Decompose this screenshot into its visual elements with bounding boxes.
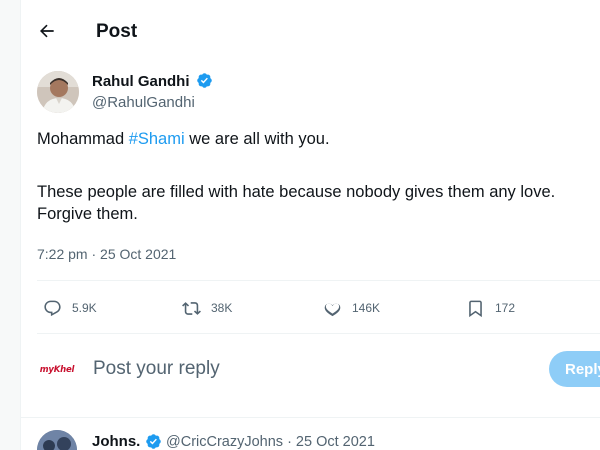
bookmark-action-button[interactable]: 172 (466, 297, 515, 319)
reply-button[interactable]: Reply (549, 351, 600, 387)
page-header: Post (21, 0, 600, 62)
like-count: 146K (352, 301, 381, 315)
tweet-text-line-2: These people are filled with hate becaus… (37, 183, 556, 201)
reply-user-avatar[interactable]: myKhel (37, 358, 77, 382)
author-handle[interactable]: @RahulGandhi (92, 94, 195, 111)
bookmark-icon (469, 300, 482, 317)
back-button[interactable] (31, 15, 63, 47)
author-avatar-image (37, 71, 79, 113)
repost-icon (182, 301, 201, 315)
verified-badge-icon (197, 73, 212, 88)
reply-input[interactable] (93, 356, 513, 382)
arrow-left-icon (40, 24, 54, 38)
divider (37, 333, 600, 334)
bookmark-count: 172 (495, 301, 516, 315)
page-title: Post (96, 21, 138, 42)
reply-icon (44, 300, 61, 316)
tweet-text-line-1: Mohammad #Shami we are all with you. (37, 128, 330, 150)
like-action-button[interactable]: 146K (323, 297, 380, 319)
heart-icon (324, 302, 341, 316)
tweet-text-line-3: Forgive them. (37, 205, 138, 223)
tweet-text-segment: we are all with you. (184, 130, 330, 148)
divider (21, 417, 600, 418)
next-tweet-author-name[interactable]: Johns. (92, 433, 140, 450)
verified-badge-icon (146, 434, 161, 449)
divider (37, 280, 600, 281)
next-tweet-avatar[interactable] (37, 430, 77, 450)
author-name[interactable]: Rahul Gandhi (92, 73, 190, 90)
reply-count: 5.9K (72, 301, 97, 315)
hashtag-link[interactable]: #Shami (129, 130, 185, 148)
repost-count: 38K (211, 301, 233, 315)
next-tweet-meta[interactable]: @CricCrazyJohns · 25 Oct 2021 (166, 434, 375, 450)
post-column: Post Rahul Gandhi @RahulGandhi Mohammad … (20, 0, 600, 450)
next-tweet-avatar-image (37, 430, 77, 450)
repost-action-button[interactable]: 38K (182, 297, 232, 319)
tweet-text-segment: Mohammad (37, 130, 129, 148)
author-avatar[interactable] (37, 71, 79, 113)
tweet-timestamp[interactable]: 7:22 pm · 25 Oct 2021 (37, 246, 176, 262)
reply-action-button[interactable]: 5.9K (43, 297, 97, 319)
